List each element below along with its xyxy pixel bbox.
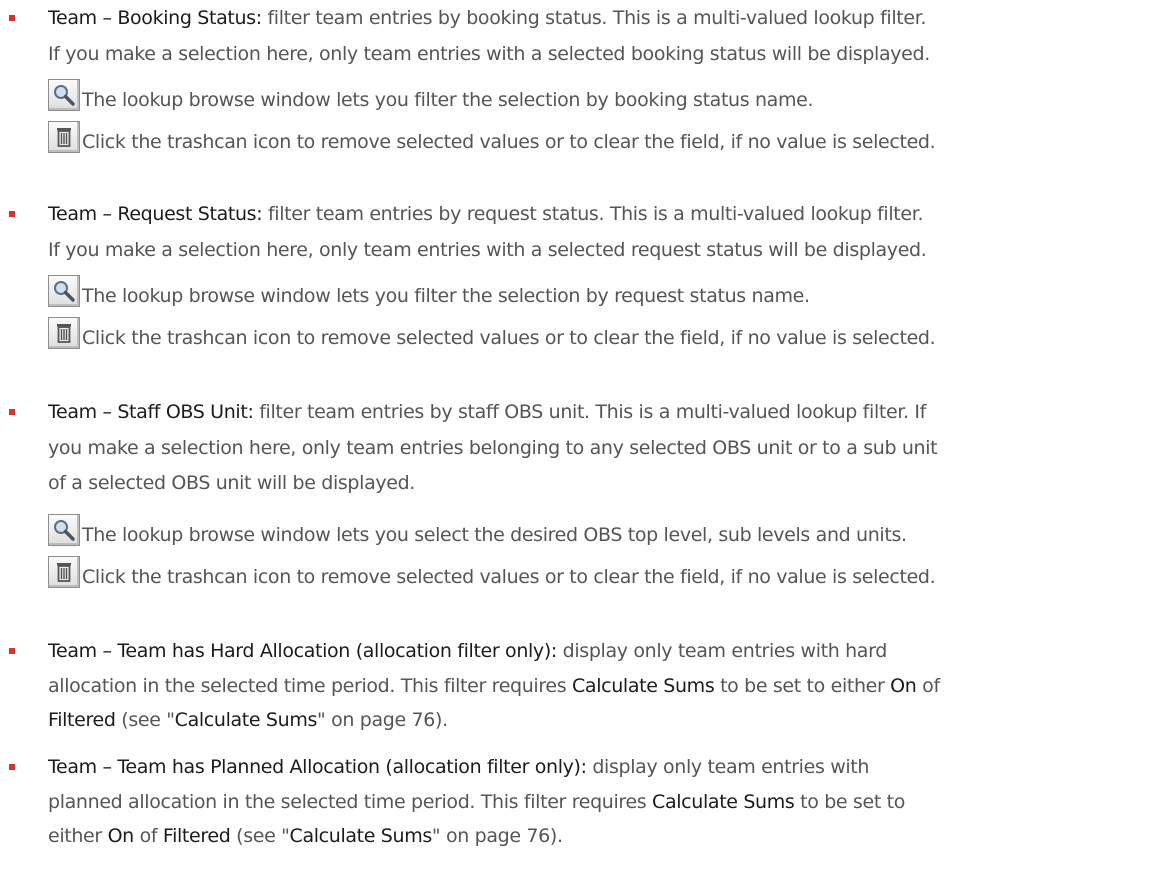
item-text: to be set to xyxy=(794,791,905,813)
item-line: either On of Filtered (see "Calculate Su… xyxy=(48,821,563,851)
item-term: Team – Staff OBS Unit: xyxy=(48,401,254,423)
item-line: allocation in the selected time period. … xyxy=(48,671,940,701)
lookup-description: The lookup browse window lets you select… xyxy=(82,524,907,546)
lookup-description: The lookup browse window lets you filter… xyxy=(82,285,810,307)
lookup-icon[interactable] xyxy=(48,514,80,546)
filtered-term: Filtered xyxy=(162,825,231,847)
item-line: of a selected OBS unit will be displayed… xyxy=(48,472,415,494)
item-term: Team – Team has Planned Allocation (allo… xyxy=(48,756,587,778)
item-line: Filtered (see "Calculate Sums" on page 7… xyxy=(48,705,448,735)
bullet xyxy=(9,15,15,21)
trashcan-description: Click the trashcan icon to remove select… xyxy=(82,566,936,588)
on-term: On xyxy=(107,825,135,847)
item-text: (see " xyxy=(115,709,175,731)
lookup-description: The lookup browse window lets you filter… xyxy=(82,89,814,111)
item-line: Team – Team has Planned Allocation (allo… xyxy=(48,752,869,782)
document-page: Team – Booking Status: filter team entri… xyxy=(0,0,1158,878)
filtered-term: Filtered xyxy=(48,709,116,731)
item-text: filter team entries by request status. T… xyxy=(262,203,924,225)
item-text: " on page 76). xyxy=(431,825,563,847)
item-line: Team – Team has Hard Allocation (allocat… xyxy=(48,636,887,666)
item-text: allocation in the selected time period. … xyxy=(48,675,572,697)
calculate-sums-link[interactable]: Calculate Sums xyxy=(175,709,318,731)
bullet xyxy=(9,764,15,770)
calculate-sums-link[interactable]: Calculate Sums xyxy=(290,825,433,847)
item-text: (see " xyxy=(230,825,290,847)
item-text: " on page 76). xyxy=(317,709,448,731)
item-line: you make a selection here, only team ent… xyxy=(48,437,938,459)
item-text: planned allocation in the selected time … xyxy=(48,791,653,813)
lookup-icon[interactable] xyxy=(48,79,80,111)
trashcan-description: Click the trashcan icon to remove select… xyxy=(82,327,936,349)
bullet xyxy=(9,648,15,654)
lookup-icon[interactable] xyxy=(48,275,80,307)
item-term: Team – Team has Hard Allocation (allocat… xyxy=(48,640,557,662)
calculate-sums-term: Calculate Sums xyxy=(571,675,715,697)
item-text: of xyxy=(916,675,940,697)
trashcan-icon[interactable] xyxy=(48,556,80,588)
item-text: filter team entries by staff OBS unit. T… xyxy=(253,401,927,423)
calculate-sums-term: Calculate Sums xyxy=(652,791,795,813)
trashcan-icon[interactable] xyxy=(48,317,80,349)
item-line: planned allocation in the selected time … xyxy=(48,787,905,817)
item-term: Team – Request Status: xyxy=(48,203,263,225)
trashcan-description: Click the trashcan icon to remove select… xyxy=(82,131,936,153)
item-text: of xyxy=(133,825,163,847)
item-text: display only team entries with hard xyxy=(556,640,888,662)
item-text: display only team entries with xyxy=(586,756,870,778)
item-line: If you make a selection here, only team … xyxy=(48,239,927,261)
item-text: either xyxy=(48,825,108,847)
item-line: If you make a selection here, only team … xyxy=(48,43,930,65)
item-term: Team – Booking Status: xyxy=(48,7,262,29)
item-text: to be set to either xyxy=(714,675,891,697)
trashcan-icon[interactable] xyxy=(48,121,80,153)
item-line: Team – Booking Status: filter team entri… xyxy=(48,3,926,33)
item-text: filter team entries by booking status. T… xyxy=(261,7,927,29)
bullet xyxy=(9,211,15,217)
item-line: Team – Request Status: filter team entri… xyxy=(48,199,923,229)
item-line: Team – Staff OBS Unit: filter team entri… xyxy=(48,397,926,427)
bullet xyxy=(9,409,15,415)
on-term: On xyxy=(890,675,917,697)
